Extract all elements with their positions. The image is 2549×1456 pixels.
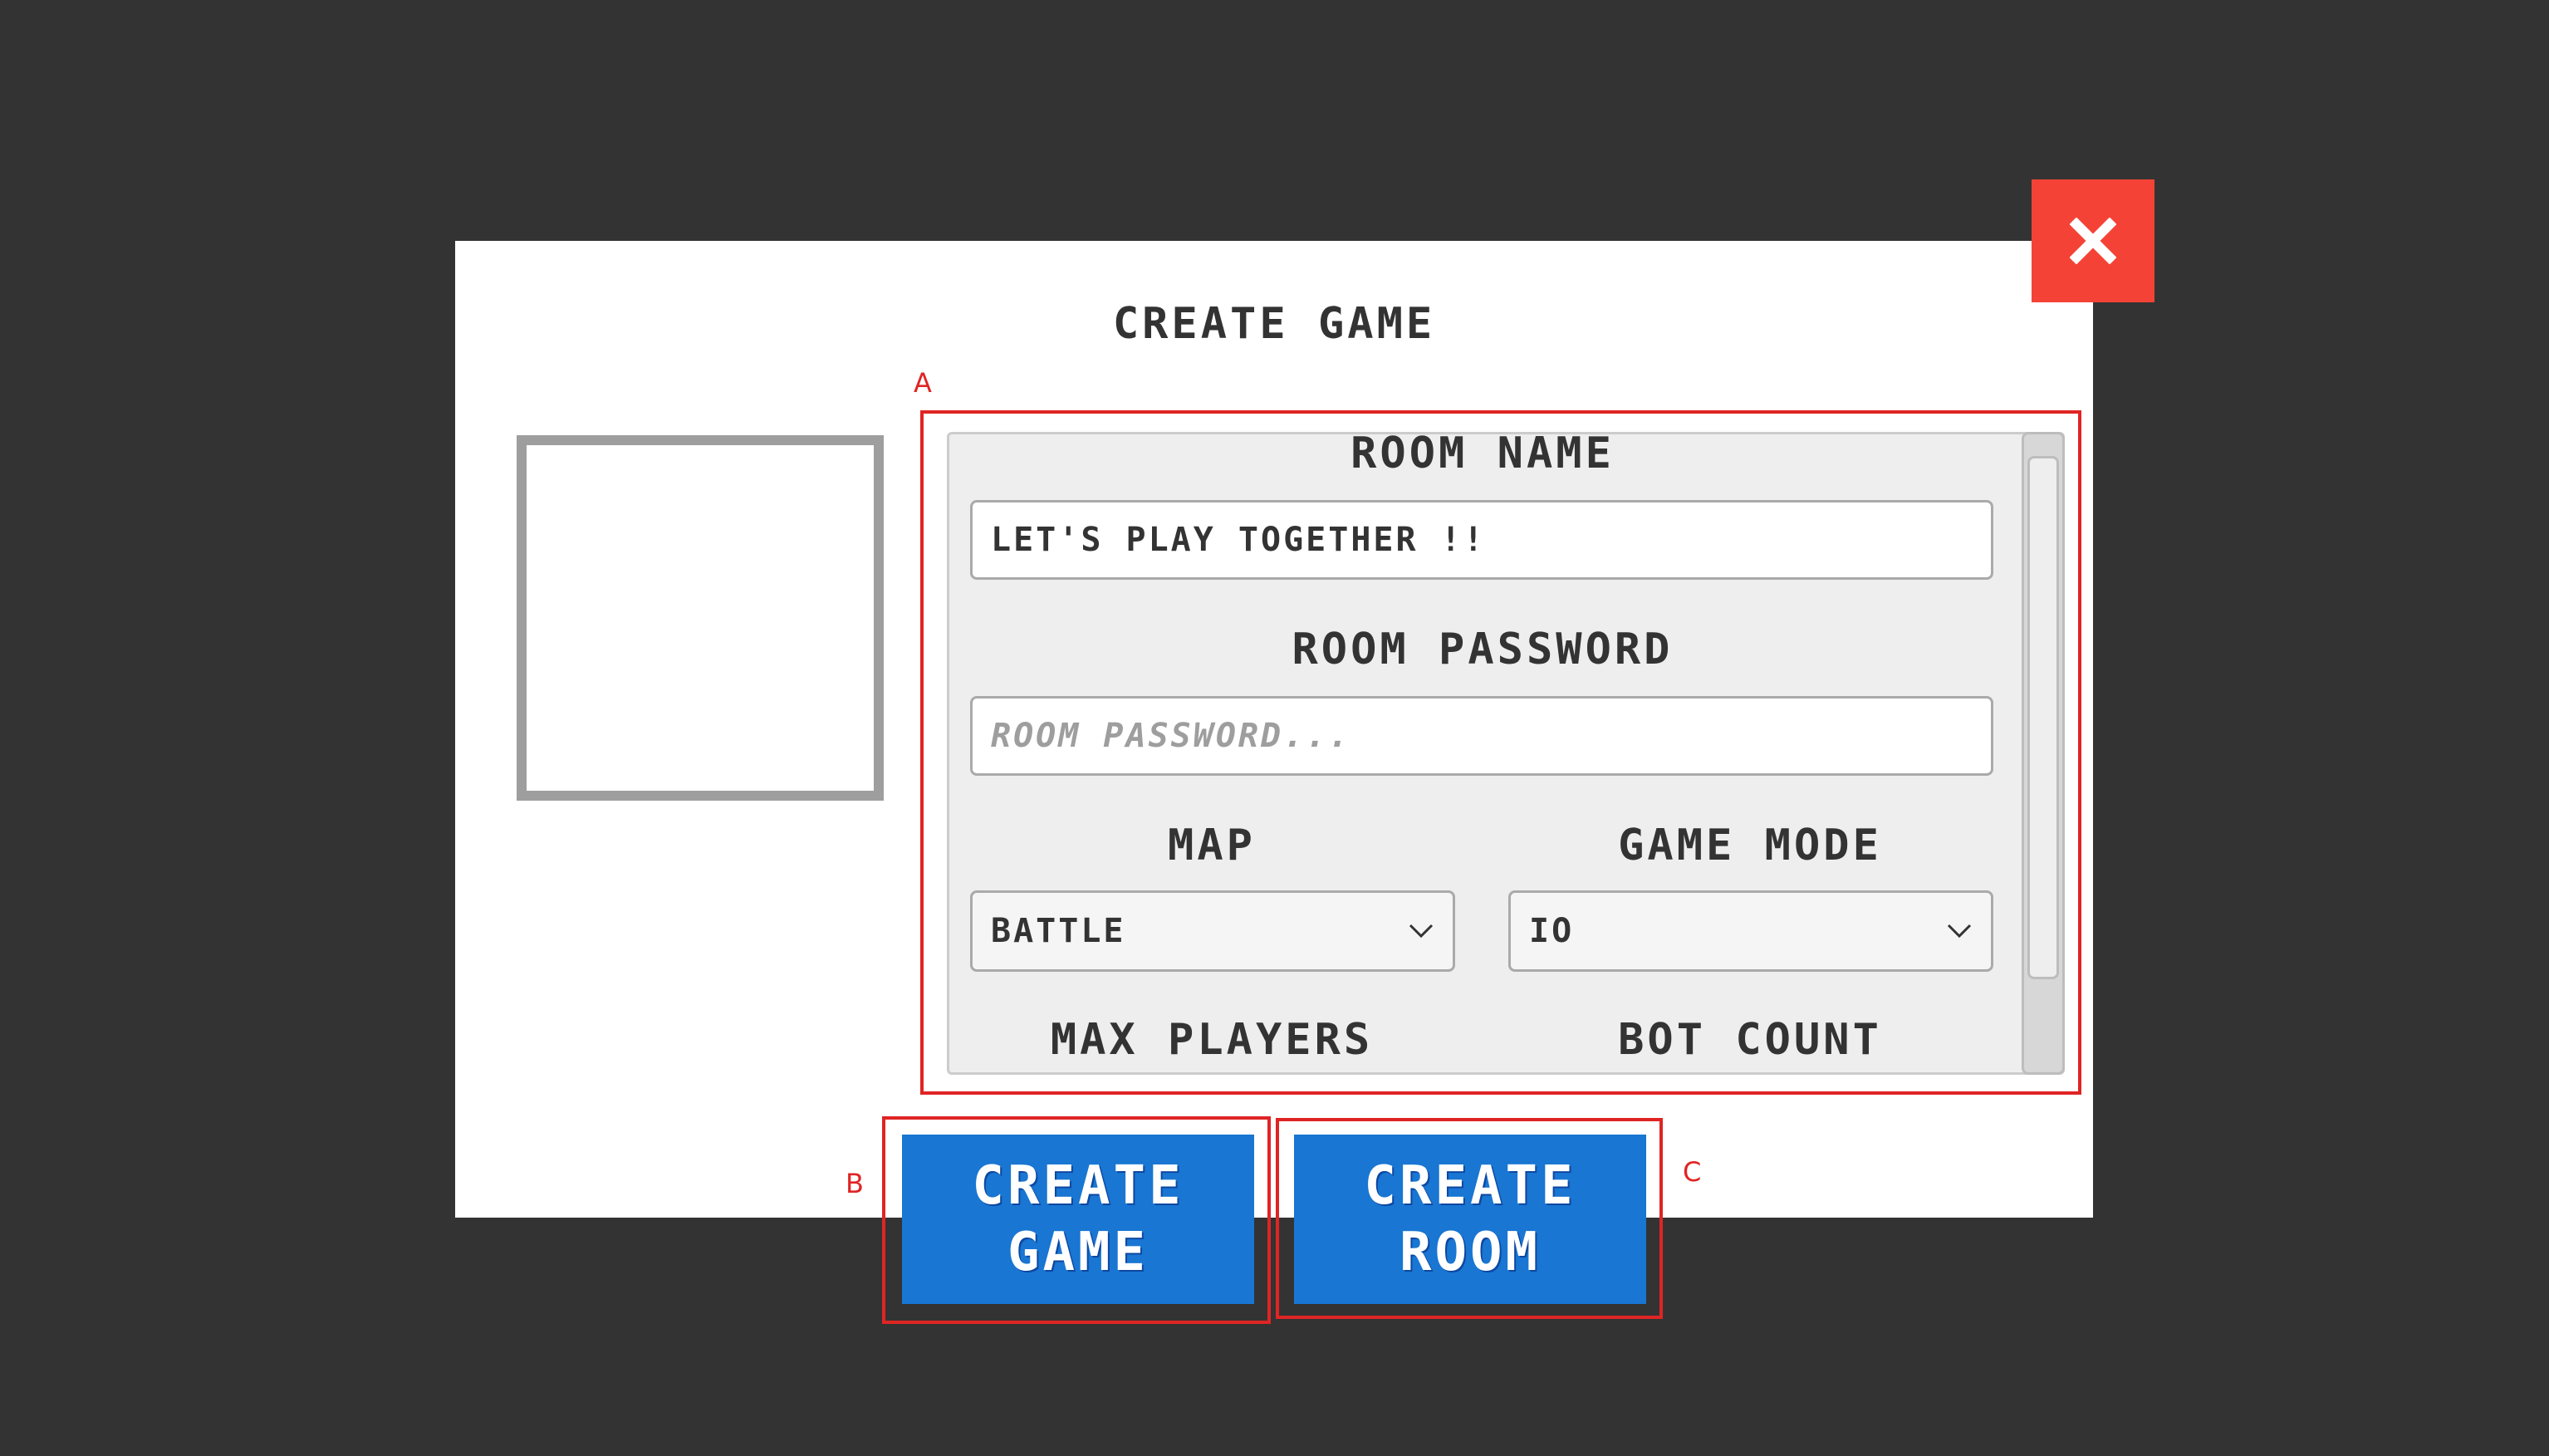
create-room-button[interactable]: CREATE ROOM <box>1294 1135 1646 1304</box>
annotation-label-c: C <box>1683 1156 1702 1188</box>
scrollbar-thumb[interactable] <box>2027 456 2059 979</box>
room-name-input[interactable] <box>970 500 1993 580</box>
chevron-down-icon <box>1947 924 1972 939</box>
map-preview <box>517 435 884 801</box>
room-name-label: ROOM NAME <box>1350 429 1615 478</box>
map-select[interactable]: BATTLE <box>970 890 1455 972</box>
map-label: MAP <box>1168 821 1256 870</box>
create-game-label-line2: GAME <box>1007 1222 1150 1283</box>
create-game-button[interactable]: CREATE GAME <box>902 1135 1254 1304</box>
room-password-input[interactable] <box>970 696 1993 776</box>
room-password-label: ROOM PASSWORD <box>1292 625 1674 674</box>
chevron-down-icon <box>1409 924 1434 939</box>
game-mode-select-value: IO <box>1529 912 1575 950</box>
annotation-label-b: B <box>846 1168 864 1199</box>
form-scrollbar[interactable] <box>2022 432 2065 1075</box>
close-button[interactable] <box>2032 179 2154 302</box>
annotation-label-a: A <box>914 367 932 399</box>
create-room-label-line1: CREATE <box>1364 1155 1576 1217</box>
max-players-label: MAX PLAYERS <box>1050 1015 1374 1065</box>
game-mode-label: GAME MODE <box>1618 821 1882 870</box>
game-mode-select[interactable]: IO <box>1508 890 1993 972</box>
close-icon <box>2070 218 2116 264</box>
dialog-title: CREATE GAME <box>1112 299 1436 349</box>
create-room-label-line2: ROOM <box>1399 1222 1542 1283</box>
bot-count-label: BOT COUNT <box>1618 1015 1882 1065</box>
create-game-label-line1: CREATE <box>972 1155 1184 1217</box>
map-select-value: BATTLE <box>991 912 1126 950</box>
